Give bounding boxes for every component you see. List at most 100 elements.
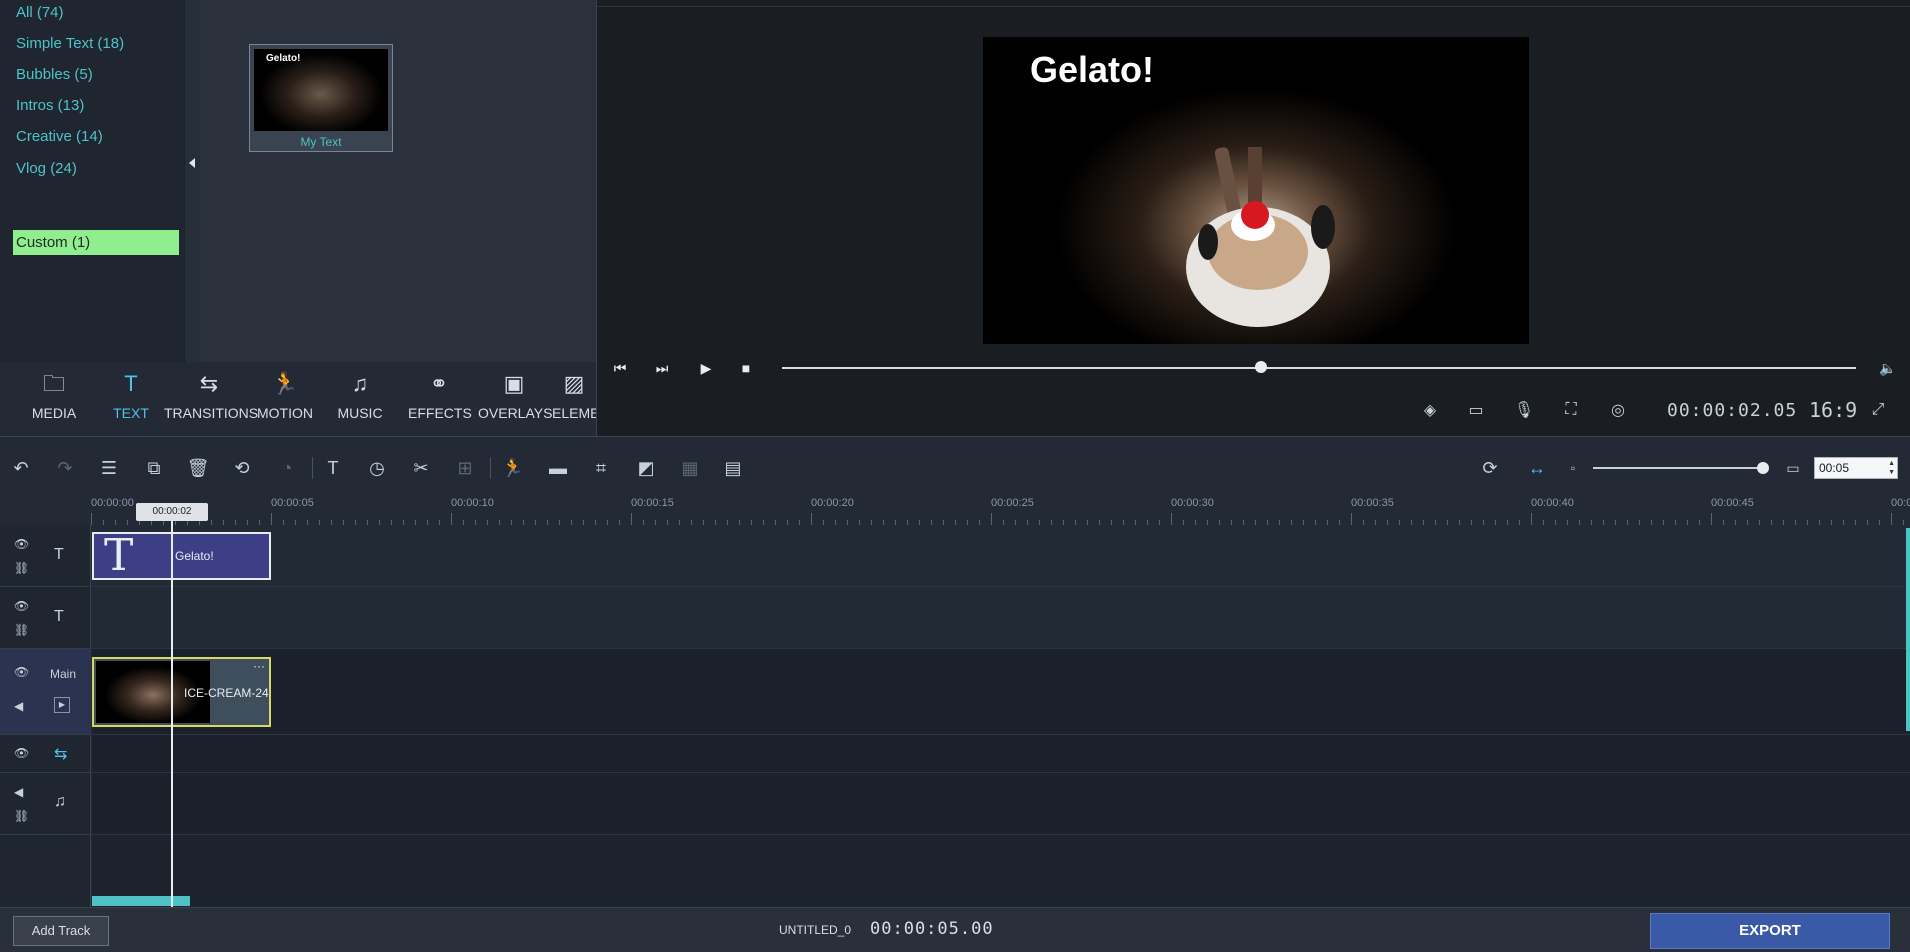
eye-icon[interactable]: 👁 — [14, 537, 29, 551]
zoom-duration-input[interactable]: 00:05 ▲ ▼ — [1814, 457, 1898, 479]
tab-effects[interactable]: ⚭ EFFECTS — [408, 362, 472, 436]
clock-icon[interactable]: ◷ — [364, 455, 390, 481]
undo-icon[interactable]: ↶ — [8, 455, 34, 481]
playhead-time-label: 00:00:02 — [136, 503, 208, 521]
video-preview-frame[interactable]: Gelato! — [983, 37, 1529, 344]
tab-text[interactable]: T TEXT — [100, 362, 162, 436]
preview-title-overlay: Gelato! — [1030, 49, 1155, 90]
freeze-frame-icon[interactable]: ⊞ — [452, 455, 478, 481]
display-icon[interactable]: ▬ — [545, 455, 571, 481]
zoom-spinner-icon[interactable]: ▲ ▼ — [1888, 459, 1895, 477]
transition-track-icon: ⇆ — [54, 746, 68, 763]
category-vlog[interactable]: Vlog (24) — [13, 156, 77, 181]
timeline-zoom-knob[interactable] — [1757, 462, 1769, 474]
speed-icon[interactable]: ◔ — [274, 455, 300, 481]
speaker-icon[interactable]: ◀ — [14, 785, 23, 799]
text-icon: T — [124, 371, 138, 396]
timeline-ruler[interactable]: 00:00:00 00:00:05 00:00:10 00:00:15 00:00:20… — [91, 497, 1910, 525]
tab-elements-label: ELEME — [552, 405, 596, 421]
tab-motion-label: MOTION — [257, 405, 313, 421]
elements-icon: ▨ — [563, 371, 585, 396]
link-icon[interactable]: ⛓ — [14, 561, 29, 575]
playback-progress-slider[interactable] — [782, 367, 1856, 369]
zoom-out-icon[interactable]: ▫ — [1560, 455, 1586, 481]
track-header-music: ◀ ⛓ ♫ — [0, 773, 91, 835]
category-all[interactable]: All (74) — [13, 0, 64, 25]
lane-transition[interactable] — [92, 735, 1910, 773]
motion-tool-icon[interactable]: 🏃 — [500, 455, 526, 481]
play-icon[interactable]: ▶ — [695, 358, 717, 378]
stop-icon[interactable]: ■ — [735, 358, 757, 378]
eye-icon[interactable]: 👁 — [14, 599, 29, 613]
eye-icon[interactable]: 👁 — [14, 746, 29, 760]
sync-icon[interactable]: ⟳ — [1477, 455, 1503, 481]
snapshot-camera-icon[interactable]: ◎ — [1605, 398, 1631, 422]
category-intros[interactable]: Intros (13) — [13, 93, 84, 118]
playhead-line[interactable] — [171, 521, 173, 907]
copy-icon[interactable]: ⧉ — [141, 455, 167, 481]
text-template-card[interactable]: Gelato! My Text — [249, 44, 393, 152]
add-track-button[interactable]: Add Track — [13, 916, 109, 946]
lane-main-video[interactable]: ICE-CREAM-24 ··· — [92, 649, 1910, 735]
text-clip[interactable]: T Gelato! — [92, 530, 271, 581]
link-icon[interactable]: ⛓ — [14, 809, 29, 823]
fullscreen-icon[interactable]: ⤢ — [1865, 398, 1891, 422]
tab-transitions-label: TRANSITIONS — [164, 405, 259, 421]
tab-media[interactable]: 🗀 MEDIA — [20, 362, 88, 436]
tab-music-label: MUSIC — [337, 405, 383, 421]
video-clip[interactable]: ICE-CREAM-24 ··· — [92, 657, 271, 727]
ruler-label: 00:00:40 — [1531, 497, 1574, 509]
adjust-sliders-icon[interactable]: ☰ — [96, 455, 122, 481]
link-icon[interactable]: ⛓ — [14, 623, 29, 637]
aspect-ratio-display[interactable]: 16:9 — [1809, 398, 1857, 422]
category-simple-text[interactable]: Simple Text (18) — [13, 31, 124, 56]
category-creative[interactable]: Creative (14) — [13, 124, 103, 149]
skip-back-icon[interactable]: ⏮ — [609, 358, 631, 378]
tab-transitions[interactable]: ⇆ TRANSITIONS — [164, 362, 259, 436]
crop-icon[interactable]: ⌗ — [588, 455, 614, 481]
ruler-tick — [1531, 513, 1532, 525]
mosaic-icon[interactable]: ◩ — [633, 455, 659, 481]
category-custom[interactable]: Custom (1) — [13, 230, 179, 255]
category-panel-divider — [184, 0, 200, 362]
category-bubbles[interactable]: Bubbles (5) — [13, 62, 93, 87]
volume-icon[interactable]: 🔈 — [1877, 358, 1899, 378]
step-forward-icon[interactable]: ⏭ — [651, 358, 673, 378]
tab-overlays[interactable]: ▣ OVERLAYS — [478, 362, 552, 436]
delete-icon[interactable]: 🗑 — [185, 455, 211, 481]
screenshot-region-icon[interactable]: ⛶ — [1558, 398, 1584, 422]
add-text-icon[interactable]: T — [320, 455, 346, 481]
lane-music[interactable] — [92, 773, 1910, 835]
collapse-panel-icon[interactable] — [189, 158, 195, 168]
ruler-label: 00:00:10 — [451, 497, 494, 509]
ruler-label: 00:00:35 — [1351, 497, 1394, 509]
vertical-scrollbar[interactable] — [1906, 528, 1910, 731]
eye-icon[interactable]: 👁 — [14, 665, 29, 679]
camera-record-icon[interactable]: ▭ — [1463, 398, 1489, 422]
toolbar-separator — [312, 457, 313, 479]
tab-music[interactable]: ♫ MUSIC — [332, 362, 388, 436]
lane-text-1[interactable]: T Gelato! — [92, 525, 1910, 587]
paint-bucket-icon[interactable]: ◈ — [1417, 398, 1443, 422]
tab-media-label: MEDIA — [31, 405, 77, 421]
rotate-icon[interactable]: ⟲ — [229, 455, 255, 481]
speaker-icon[interactable]: ◀ — [14, 699, 23, 713]
music-track-icon: ♫ — [54, 793, 66, 810]
horizontal-scrollbar[interactable] — [92, 896, 190, 906]
lane-text-2[interactable] — [92, 587, 1910, 649]
tab-elements[interactable]: ▨ ELEME — [552, 362, 596, 436]
grid-icon[interactable]: ▦ — [677, 455, 703, 481]
microphone-icon[interactable]: 🎙 — [1511, 398, 1537, 422]
zoom-in-icon[interactable]: ▭ — [1780, 455, 1806, 481]
track-header-text-1: 👁 ⛓ T — [0, 525, 91, 587]
playback-progress-knob[interactable] — [1255, 361, 1267, 373]
fit-timeline-icon[interactable]: ↔ — [1524, 455, 1550, 481]
timeline-zoom-slider[interactable] — [1593, 467, 1765, 469]
export-button[interactable]: EXPORT — [1650, 913, 1890, 949]
toolbar-separator — [490, 457, 491, 479]
clip-more-icon[interactable]: ··· — [253, 659, 265, 673]
split-scissors-icon[interactable]: ✂ — [408, 455, 434, 481]
redo-icon[interactable]: ↷ — [52, 455, 78, 481]
calendar-icon[interactable]: ▤ — [720, 455, 746, 481]
tab-motion[interactable]: 🏃 MOTION — [254, 362, 316, 436]
